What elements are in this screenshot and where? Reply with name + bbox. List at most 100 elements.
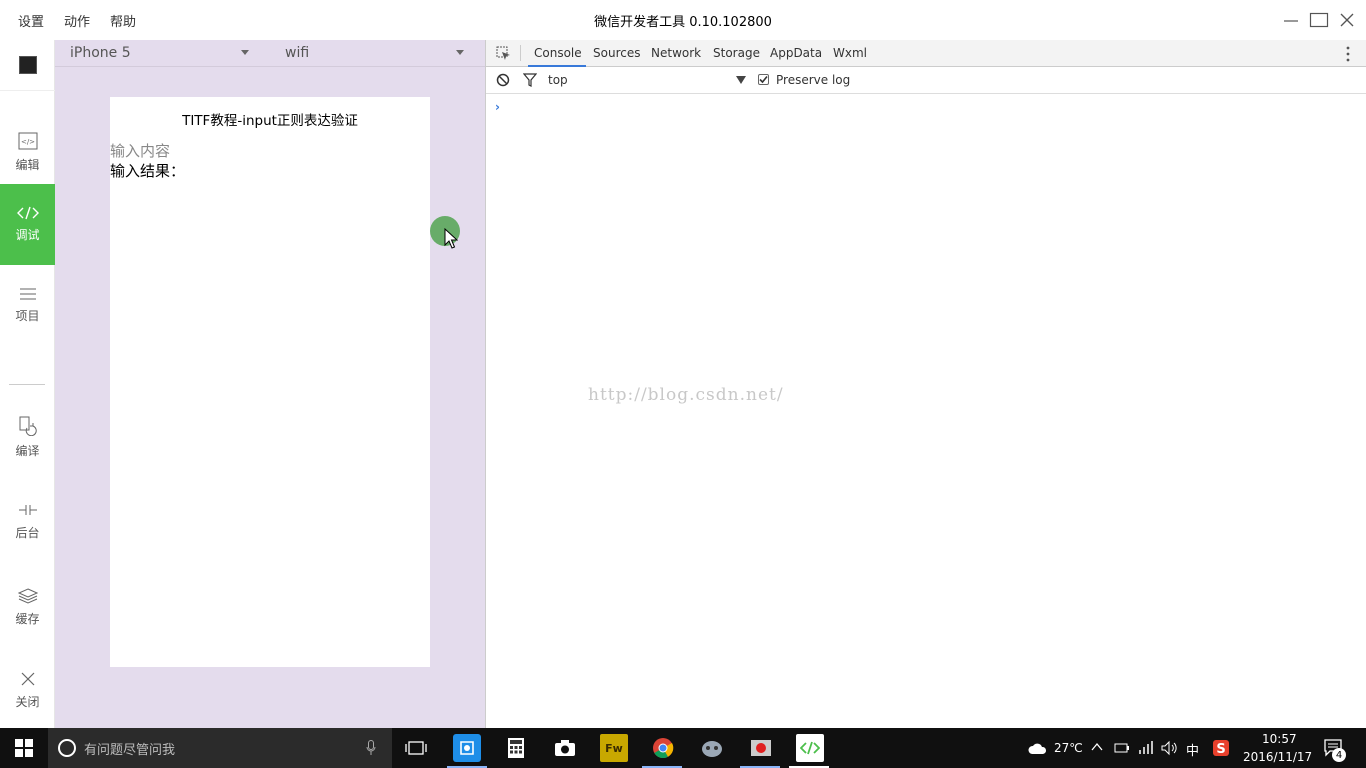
windows-logo-icon: [15, 739, 33, 757]
close-window-icon: [1340, 13, 1354, 27]
ime-indicator[interactable]: 中: [1186, 740, 1199, 759]
minimize-icon: [1284, 20, 1298, 22]
camera-icon: [555, 740, 575, 756]
window-controls: [1280, 0, 1358, 40]
calculator-icon: [508, 738, 524, 758]
window-title: 微信开发者工具 0.10.102800: [594, 14, 772, 30]
chrome-icon: [653, 738, 674, 759]
taskbar-search[interactable]: 有问题尽管问我: [48, 728, 392, 768]
avatar[interactable]: [0, 40, 55, 91]
chevron-down-icon[interactable]: [456, 50, 464, 55]
weather-temperature[interactable]: 27℃: [1054, 741, 1083, 755]
preserve-log-label: Preserve log: [776, 73, 851, 87]
taskbar-app-fireworks[interactable]: Fw: [600, 734, 628, 762]
tab-appdata[interactable]: AppData: [770, 46, 822, 60]
phone-screen: TITF教程-input正则表达验证 输入内容 输入结果：: [110, 97, 430, 667]
tab-storage[interactable]: Storage: [713, 46, 760, 60]
menu-help[interactable]: 帮助: [100, 11, 146, 30]
code-file-icon: </>: [18, 132, 37, 150]
device-select[interactable]: iPhone 5: [70, 45, 131, 61]
sidebar-item-label: 编辑: [15, 158, 40, 172]
sidebar-item-project[interactable]: 项目: [0, 265, 55, 346]
task-view-button[interactable]: [402, 734, 430, 762]
microphone-icon[interactable]: [366, 740, 376, 756]
chevron-up-icon[interactable]: [1091, 742, 1103, 752]
cortana-icon: [58, 739, 76, 757]
checkmark-icon: [759, 75, 768, 84]
avatar-image: [18, 56, 37, 74]
tab-wxml[interactable]: Wxml: [833, 46, 867, 60]
inspect-element-icon[interactable]: [496, 46, 511, 61]
svg-text:</>: </>: [20, 138, 34, 146]
code-brackets-icon: [800, 741, 820, 755]
backend-icon: [18, 505, 37, 515]
sidebar-item-backend[interactable]: 后台: [0, 481, 55, 562]
menu-settings[interactable]: 设置: [8, 11, 54, 30]
weather-cloud-icon[interactable]: [1027, 740, 1049, 756]
sidebar-item-label: 后台: [15, 526, 40, 540]
search-input[interactable]: 有问题尽管问我: [84, 739, 175, 758]
maximize-button[interactable]: [1308, 9, 1330, 31]
chevron-down-icon[interactable]: [736, 76, 746, 84]
tab-network[interactable]: Network: [651, 46, 701, 60]
watermark: http://blog.csdn.net/: [588, 385, 784, 405]
simulator-panel: iPhone 5 wifi TITF教程-input正则表达验证 输入内容 输入…: [55, 40, 485, 728]
context-select[interactable]: top: [548, 73, 568, 87]
gamepad-icon: [702, 741, 722, 757]
start-button[interactable]: [0, 728, 48, 768]
chevron-down-icon[interactable]: [241, 50, 249, 55]
taskbar-app-recorder[interactable]: [747, 734, 775, 762]
sidebar-item-edit[interactable]: </> 编辑: [0, 112, 55, 193]
menu-actions[interactable]: 动作: [54, 11, 100, 30]
sidebar-item-label: 调试: [15, 228, 40, 242]
tab-console[interactable]: Console: [534, 46, 582, 60]
mouse-cursor-icon: [444, 228, 458, 249]
console-toolbar: top Preserve log: [486, 67, 1366, 94]
minimize-button[interactable]: [1280, 9, 1302, 31]
fireworks-icon: Fw: [605, 741, 623, 755]
clear-console-icon[interactable]: [496, 73, 510, 87]
recorder-icon: [751, 740, 771, 756]
sidebar-item-debug[interactable]: 调试: [0, 184, 55, 265]
title-bar: 设置 动作 帮助 微信开发者工具 0.10.102800: [0, 0, 1366, 40]
sidebar-item-close[interactable]: 关闭: [0, 650, 55, 731]
console-prompt[interactable]: ›: [495, 100, 500, 114]
network-select[interactable]: wifi: [285, 45, 309, 61]
sidebar-divider: [9, 384, 45, 385]
clock-date[interactable]: 2016/11/17: [1243, 750, 1312, 764]
page-title: TITF教程-input正则表达验证: [182, 113, 358, 129]
simulator-toolbar: iPhone 5 wifi: [55, 40, 485, 67]
close-window-button[interactable]: [1336, 9, 1358, 31]
layers-icon: [17, 588, 38, 604]
left-sidebar: </> 编辑 调试 项目 编译 后台 缓存 关闭: [0, 40, 55, 728]
close-icon: [21, 672, 34, 686]
battery-icon[interactable]: [1114, 740, 1130, 756]
taskbar: 有问题尽管问我 Fw 27℃ 中 S 10:57 2016/11/17 4: [0, 728, 1366, 768]
sidebar-item-compile[interactable]: 编译: [0, 397, 55, 478]
menu-bar: 设置 动作 帮助: [8, 11, 146, 30]
compile-icon: [19, 416, 37, 436]
filter-icon[interactable]: [523, 73, 537, 87]
taskbar-app-wechat-devtools[interactable]: [796, 734, 824, 762]
preserve-log-checkbox[interactable]: [758, 74, 769, 85]
toolbar-divider: [520, 45, 521, 61]
wifi-icon[interactable]: [1139, 740, 1155, 756]
content-input[interactable]: 输入内容: [110, 140, 170, 161]
more-options-icon[interactable]: [1345, 46, 1351, 62]
taskbar-app-calculator[interactable]: [502, 734, 530, 762]
clock-time[interactable]: 10:57: [1262, 732, 1297, 746]
taskbar-app-game[interactable]: [698, 734, 726, 762]
sogou-ime-icon[interactable]: S: [1212, 739, 1230, 757]
sidebar-item-label: 缓存: [15, 612, 40, 626]
taskbar-app-camera[interactable]: [551, 734, 579, 762]
code-brackets-icon: [16, 206, 39, 220]
svg-text:S: S: [1216, 742, 1225, 757]
result-label: 输入结果：: [110, 162, 186, 180]
maximize-icon: [1309, 12, 1329, 28]
notification-count-badge: 4: [1332, 748, 1346, 762]
sidebar-item-cache[interactable]: 缓存: [0, 567, 55, 648]
tab-sources[interactable]: Sources: [593, 46, 640, 60]
taskbar-app-chrome[interactable]: [649, 734, 677, 762]
taskbar-app-assistant[interactable]: [453, 734, 481, 762]
volume-icon[interactable]: [1161, 740, 1179, 756]
